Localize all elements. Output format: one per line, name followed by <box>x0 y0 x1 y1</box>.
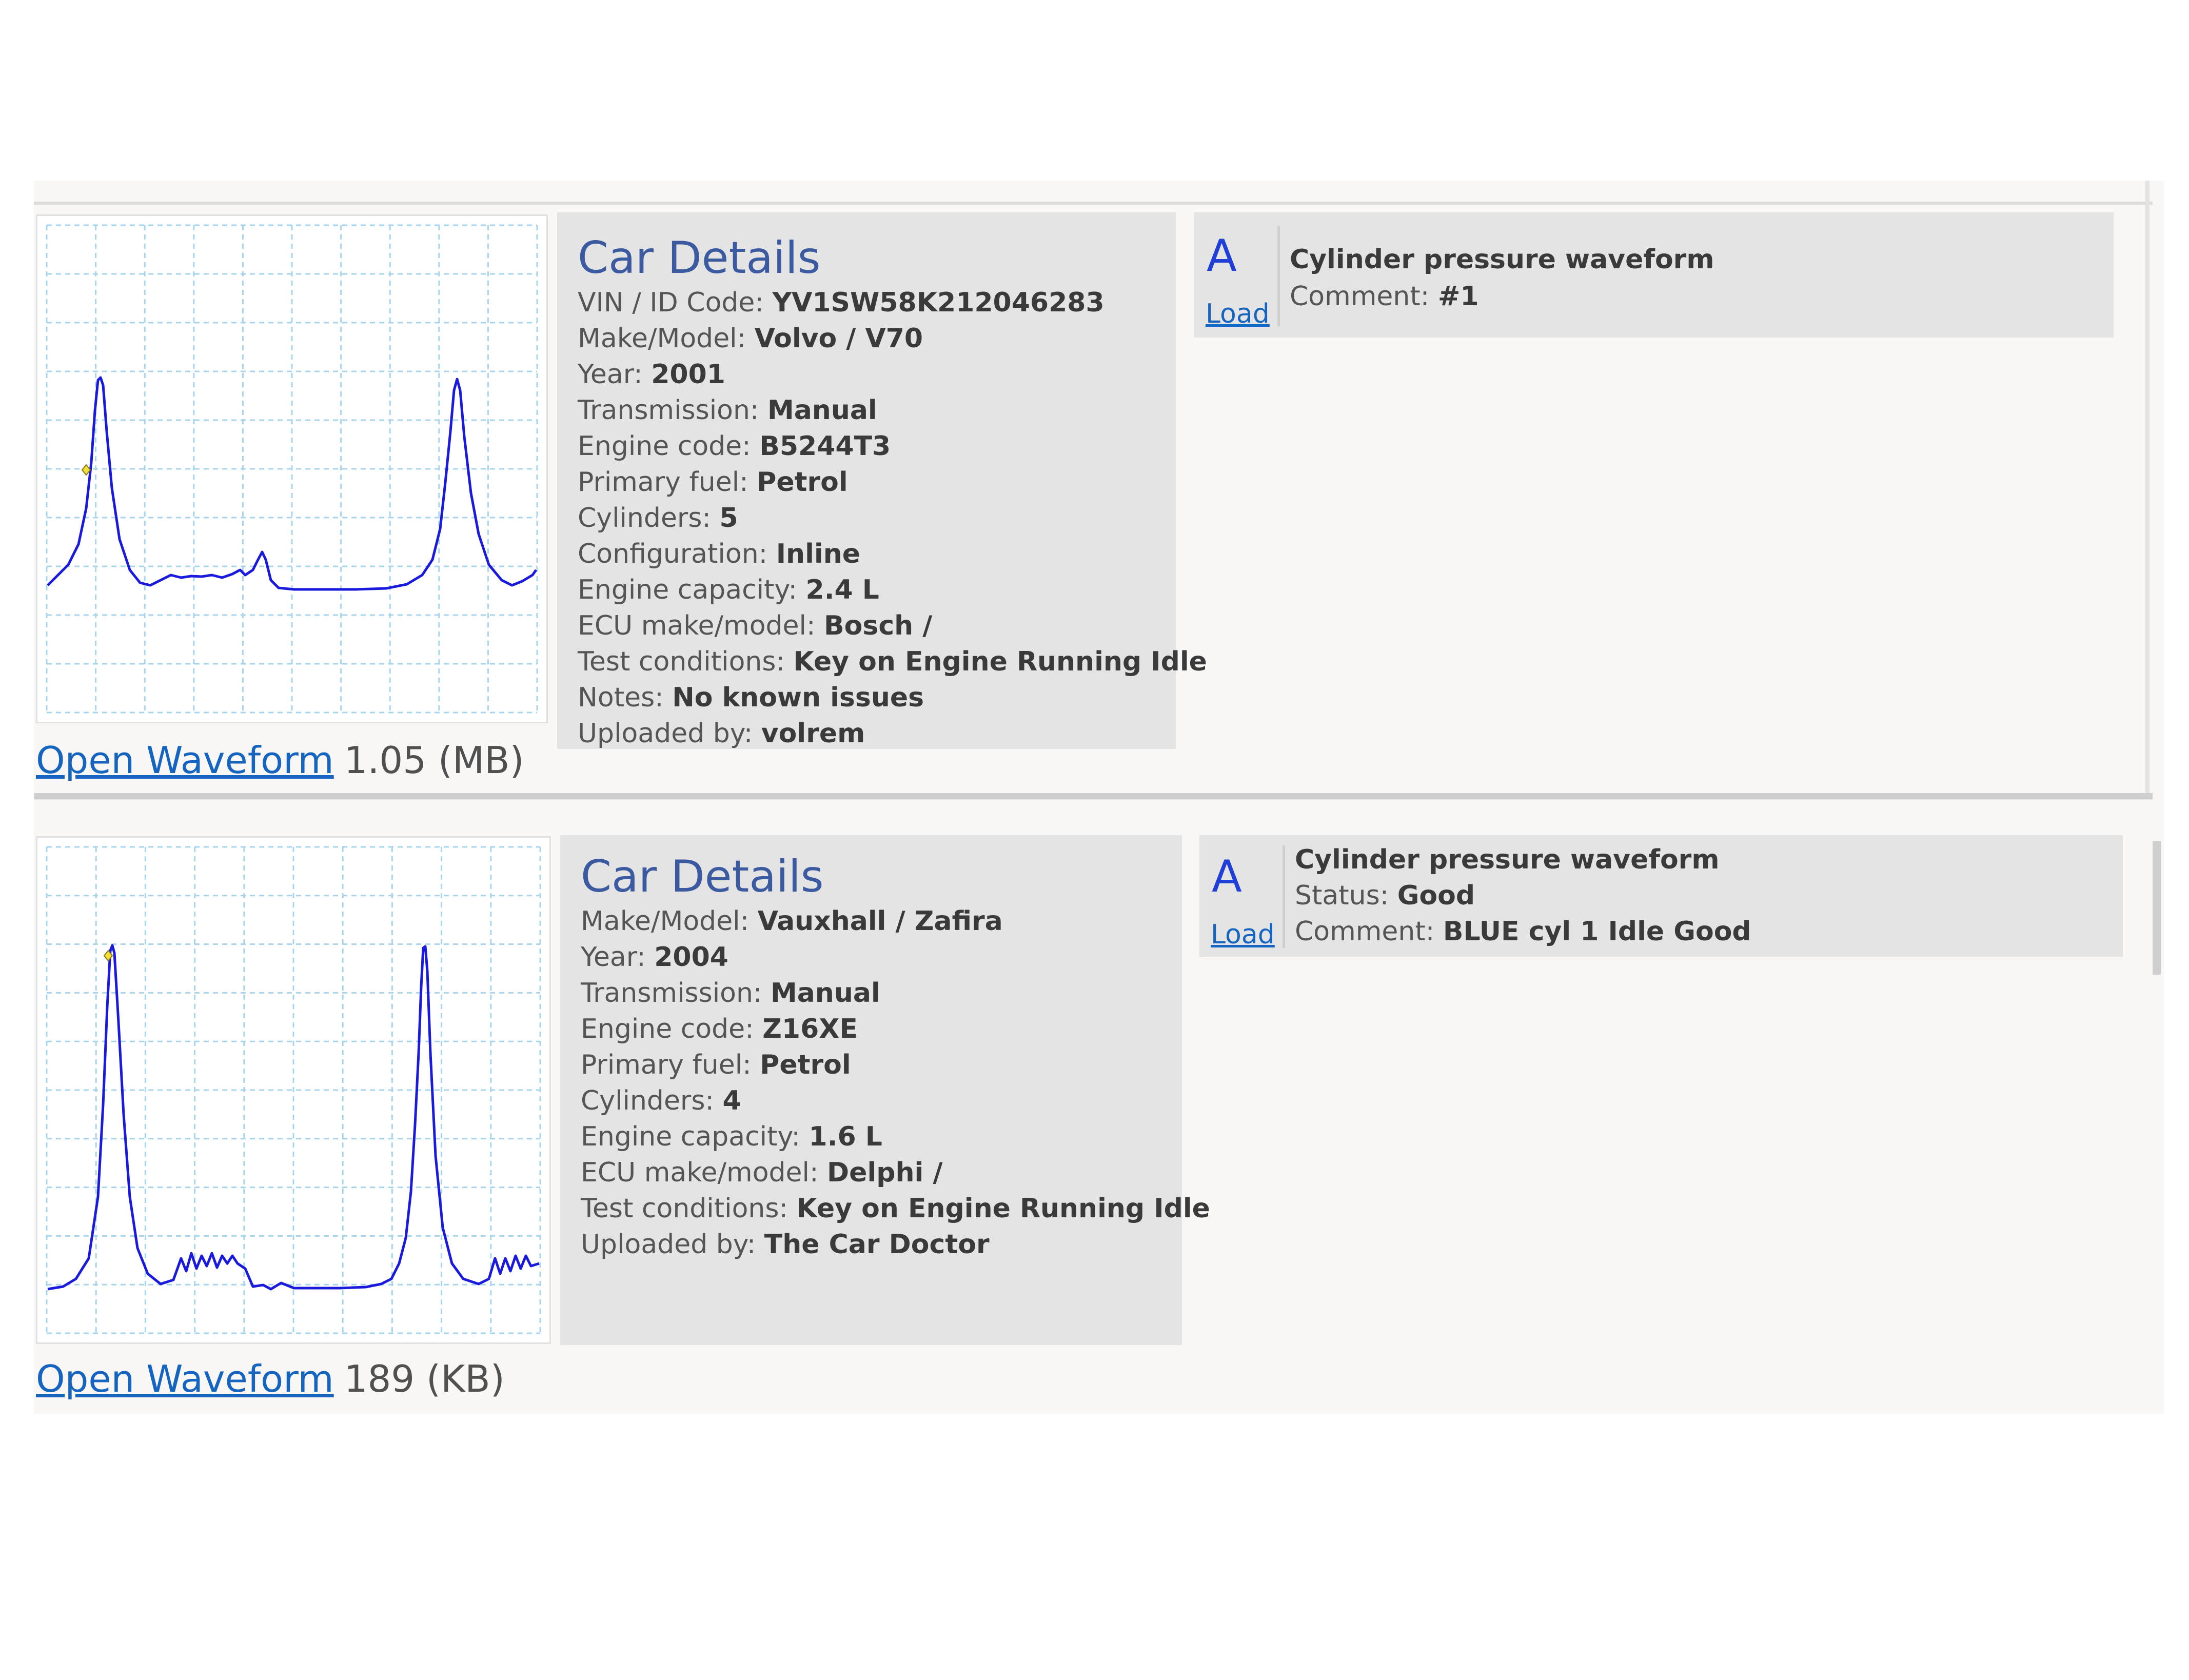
waveform-library-page: Open Waveform 1.05 (MB) Car Details VIN /… <box>0 0 2189 1680</box>
waveform-test-panel: A Load Cylinder pressure waveform Commen… <box>1194 212 2114 338</box>
waveform-grid <box>46 224 538 714</box>
detail-engine-code: Engine code: B5244T3 <box>578 431 891 462</box>
car-details-heading: Car Details <box>581 851 824 902</box>
waveform-thumbnail[interactable] <box>36 214 548 723</box>
test-separator <box>1283 845 1285 948</box>
test-comment: Comment: #1 <box>1290 281 1479 312</box>
car-details-panel: Car Details Make/Model: Vauxhall / Zafir… <box>560 835 1210 1345</box>
detail-cylinders: Cylinders: 4 <box>581 1085 741 1116</box>
detail-engine-capacity: Engine capacity: 2.4 L <box>578 575 879 605</box>
test-comment: Comment: BLUE cyl 1 Idle Good <box>1295 916 1751 947</box>
waveform-plot <box>46 846 541 1334</box>
open-waveform-link[interactable]: Open Waveform <box>36 739 334 782</box>
detail-engine-code: Engine code: Z16XE <box>581 1014 858 1044</box>
detail-ecu: ECU make/model: Delphi / <box>581 1157 943 1188</box>
waveform-thumbnail[interactable] <box>36 836 551 1344</box>
open-waveform-link[interactable]: Open Waveform <box>36 1357 334 1400</box>
detail-vin: VIN / ID Code: YV1SW58K212046283 <box>578 287 1105 318</box>
waveform-test-panel: A Load Cylinder pressure waveform Status… <box>1199 835 2123 957</box>
open-waveform-row: Open Waveform 189 (KB) <box>36 1360 505 1397</box>
record-divider <box>34 793 2153 800</box>
test-separator <box>1277 226 1280 326</box>
detail-transmission: Transmission: Manual <box>581 978 880 1009</box>
detail-test-conditions: Test conditions: Key on Engine Running I… <box>581 1193 1210 1224</box>
detail-ecu: ECU make/model: Bosch / <box>578 610 933 641</box>
open-waveform-row: Open Waveform 1.05 (MB) <box>36 742 524 779</box>
detail-engine-capacity: Engine capacity: 1.6 L <box>581 1121 882 1152</box>
test-title: Cylinder pressure waveform <box>1295 844 1720 875</box>
channel-letter: A <box>1207 230 1237 282</box>
test-title: Cylinder pressure waveform <box>1290 244 1714 275</box>
detail-transmission: Transmission: Manual <box>578 395 877 426</box>
detail-make-model: Make/Model: Vauxhall / Zafira <box>581 906 1003 937</box>
detail-notes: Notes: No known issues <box>578 682 924 713</box>
test-status: Status: Good <box>1295 880 1475 911</box>
channel-letter: A <box>1212 851 1242 902</box>
detail-primary-fuel: Primary fuel: Petrol <box>578 467 848 498</box>
detail-uploaded-by: Uploaded by: The Car Doctor <box>581 1229 990 1260</box>
panel-right-border <box>2145 181 2149 793</box>
detail-cylinders: Cylinders: 5 <box>578 503 738 533</box>
detail-year: Year: 2004 <box>581 942 728 973</box>
scrollbar-thumb[interactable] <box>2153 841 2161 975</box>
file-size: 189 (KB) <box>344 1357 505 1400</box>
detail-make-model: Make/Model: Volvo / V70 <box>578 323 923 354</box>
car-details-panel: Car Details VIN / ID Code: YV1SW58K21204… <box>557 212 1207 749</box>
waveform-grid <box>46 846 541 1334</box>
car-details-heading: Car Details <box>578 232 821 284</box>
load-link[interactable]: Load <box>1211 921 1275 948</box>
detail-year: Year: 2001 <box>578 359 725 390</box>
detail-test-conditions: Test conditions: Key on Engine Running I… <box>578 646 1207 677</box>
waveform-plot <box>46 224 538 714</box>
detail-configuration: Configuration: Inline <box>578 539 861 569</box>
file-size: 1.05 (MB) <box>344 739 524 782</box>
load-link[interactable]: Load <box>1206 301 1270 327</box>
detail-uploaded-by: Uploaded by: volrem <box>578 718 865 749</box>
detail-primary-fuel: Primary fuel: Petrol <box>581 1050 851 1080</box>
top-divider <box>34 202 2153 205</box>
